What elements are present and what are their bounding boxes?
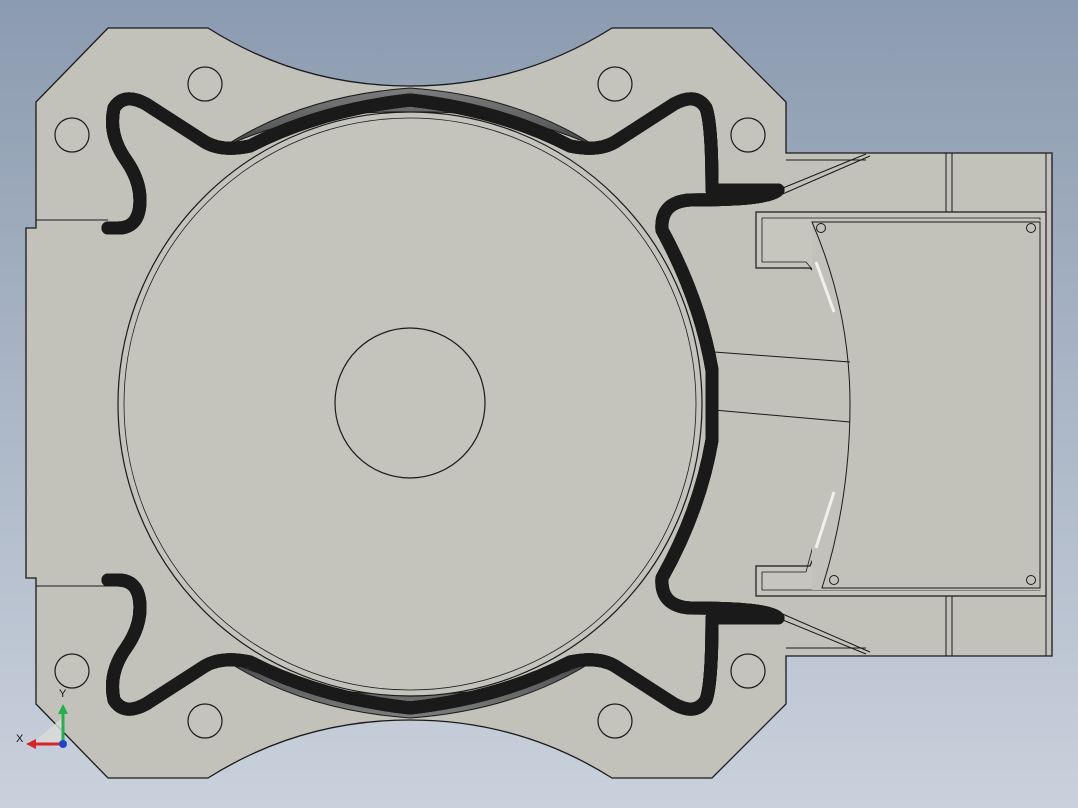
- mount-hole-7[interactable]: [597, 703, 633, 739]
- mount-hole-2[interactable]: [54, 117, 90, 153]
- mount-hole-5[interactable]: [54, 653, 90, 689]
- graphics-viewport[interactable]: Y X: [0, 0, 1078, 808]
- mount-hole-8[interactable]: [730, 653, 766, 689]
- model-view[interactable]: [0, 0, 1078, 808]
- mount-hole-1[interactable]: [187, 66, 223, 102]
- pad-hole-4[interactable]: [1026, 575, 1036, 585]
- pad-hole-2[interactable]: [1026, 223, 1036, 233]
- triad-x-arrow: [26, 739, 36, 749]
- mount-hole-6[interactable]: [187, 703, 223, 739]
- triad-z-axis: [59, 740, 67, 748]
- center-bore[interactable]: [334, 327, 486, 479]
- triad-x-label: X: [16, 733, 24, 745]
- pad-hole-1[interactable]: [816, 223, 826, 233]
- mount-hole-3[interactable]: [597, 66, 633, 102]
- triad-y-label: Y: [59, 688, 67, 700]
- mount-hole-4[interactable]: [730, 117, 766, 153]
- pad-hole-3[interactable]: [829, 575, 839, 585]
